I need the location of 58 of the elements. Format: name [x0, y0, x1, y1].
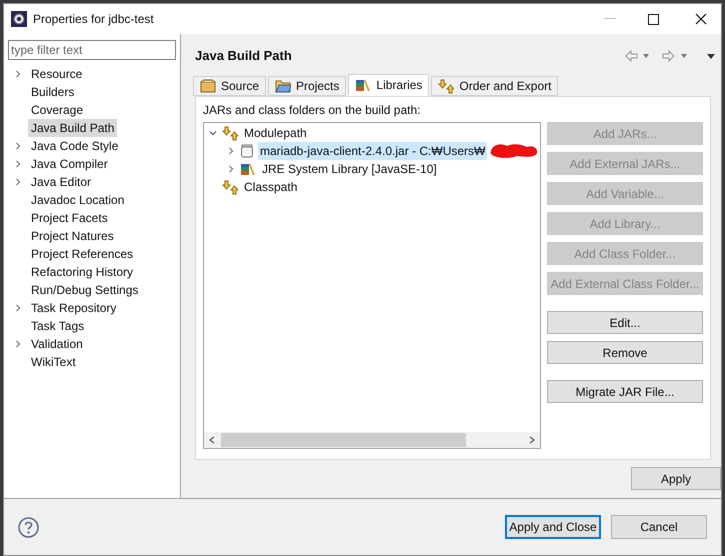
nav-item[interactable]: Task Tags [28, 317, 88, 335]
books-icon [355, 78, 372, 92]
help-icon[interactable] [18, 516, 39, 538]
tab[interactable]: Order and Export [431, 76, 558, 96]
nav-item[interactable]: Validation [28, 335, 86, 353]
chevron-right-icon[interactable] [14, 340, 22, 348]
arrows-up-down-icon [222, 180, 238, 194]
package-icon [200, 79, 216, 93]
nav-item[interactable]: Project Natures [28, 227, 117, 245]
nav-item[interactable]: Java Build Path [28, 119, 118, 137]
filter-field[interactable]: type filter text [8, 40, 176, 60]
tree-item[interactable]: JRE System Library [JavaSE-10] [260, 160, 439, 178]
nav-item[interactable]: Project References [28, 245, 136, 263]
tab[interactable]: Libraries [348, 74, 430, 96]
chevron-right-icon[interactable] [227, 147, 235, 155]
apply-button[interactable]: Apply [631, 467, 721, 490]
horizontal-scrollbar[interactable] [204, 432, 540, 448]
side-button[interactable]: Edit... [547, 311, 703, 334]
dialog-button[interactable]: Cancel [611, 515, 707, 539]
nav-item[interactable]: Project Facets [28, 209, 111, 227]
books-icon [240, 162, 256, 176]
maximize-icon[interactable] [648, 14, 659, 24]
nav-item[interactable]: Refactoring History [28, 263, 136, 281]
description-text: JARs and class folders on the build path: [203, 102, 422, 119]
tree-item[interactable]: Modulepath [242, 124, 309, 142]
side-button[interactable]: Migrate JAR File... [547, 380, 703, 403]
chevron-right-icon[interactable] [14, 142, 22, 150]
chevron-right-icon[interactable] [14, 304, 22, 312]
dialog-button[interactable]: Apply and Close [505, 515, 601, 539]
nav-item[interactable]: Resource [28, 65, 86, 83]
chevron-right-icon[interactable] [14, 178, 22, 186]
folder-icon [275, 79, 292, 93]
chevron-right-icon[interactable] [14, 160, 22, 168]
tree-item[interactable]: mariadb-java-client-2.4.0.jar - C:₩Users₩ [258, 142, 488, 160]
nav-item[interactable]: Task Repository [28, 299, 120, 317]
chevron-down-icon[interactable] [209, 129, 217, 137]
arrows-up-down-icon [222, 126, 238, 140]
nav-item[interactable]: Java Editor [28, 173, 94, 191]
side-button[interactable]: Remove [547, 341, 703, 364]
jar-icon [240, 144, 254, 158]
window-title: Properties for jdbc-test [33, 11, 154, 28]
page-title: Java Build Path [195, 47, 292, 66]
nav-item[interactable]: Java Compiler [28, 155, 111, 173]
app-icon [11, 11, 27, 27]
chevron-right-icon[interactable] [227, 165, 235, 173]
classpath-tree[interactable]: Modulepath mariadb-java-client-2.4.0.jar - C:₩Users₩ JRE System Library [JavaSE-10] Classpath [203, 122, 541, 449]
nav-item[interactable]: Coverage [28, 101, 86, 119]
close-icon[interactable] [695, 13, 707, 25]
nav-item[interactable]: Run/Debug Settings [28, 281, 142, 299]
nav-item[interactable]: Builders [28, 83, 78, 101]
chevron-right-icon[interactable] [14, 70, 22, 78]
nav-item[interactable]: WikiText [28, 353, 79, 371]
arrows-up-down-icon [438, 78, 454, 94]
tab[interactable]: Projects [268, 76, 346, 96]
nav-item[interactable]: Javadoc Location [28, 191, 128, 209]
nav-item[interactable]: Java Code Style [28, 137, 122, 155]
tree-item[interactable]: Classpath [242, 178, 300, 196]
tab[interactable]: Source [193, 76, 266, 96]
